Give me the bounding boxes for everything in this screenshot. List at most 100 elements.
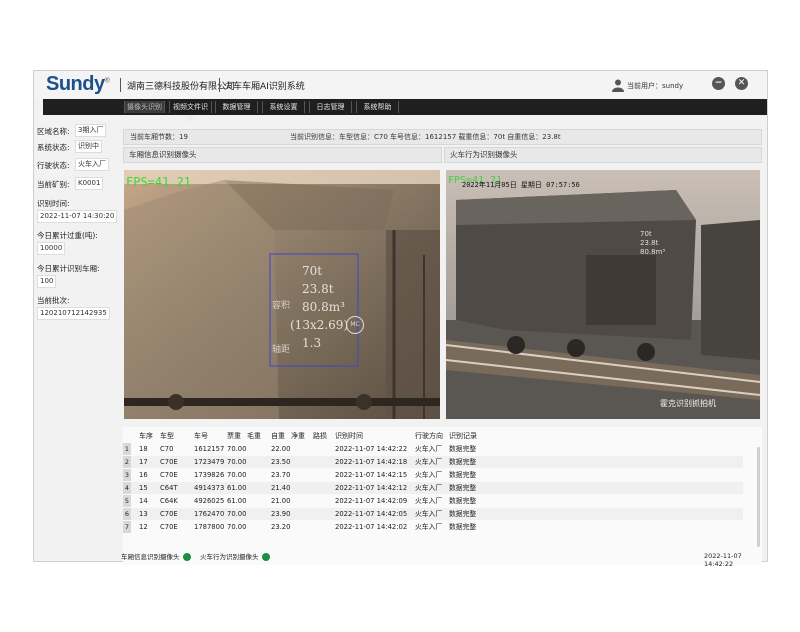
cell-record: 数据完整 (449, 471, 477, 479)
cell-record: 数据完整 (449, 497, 477, 505)
cell-ticket-weight: 61.00 (227, 497, 247, 505)
today-weight-label: 今日累计过重(吨): (37, 231, 98, 240)
cell-tare-weight: 21.40 (271, 484, 291, 492)
cell-number: 4926025 (194, 497, 225, 505)
current-batch-value: 120210712142935 (37, 307, 110, 320)
tab-system-help[interactable]: 系统帮助 (356, 101, 399, 113)
table-row[interactable]: 2 17 C70E 1723479 70.00 23.50 2022-11-07 14:42… (123, 456, 743, 468)
cell-direction: 火车入厂 (415, 510, 443, 518)
right-plate-text: 70t 23.8t 80.8m³ (640, 230, 665, 257)
cell-record: 数据完整 (449, 523, 477, 531)
cell-tare-weight: 23.50 (271, 458, 291, 466)
cam1-status: 车厢信息识别摄像头 (121, 551, 191, 561)
cam2-status-label: 火车行为识别摄像头 (200, 553, 259, 561)
table-row[interactable]: 1 18 C70 1612157 70.00 22.00 2022-11-07 14:42:… (123, 443, 743, 455)
col-road-loss[interactable]: 路损 (313, 431, 327, 441)
tab-camera-recognition[interactable]: 摄像头识别 (124, 101, 165, 113)
status-bar: 车厢信息识别摄像头 火车行为识别摄像头 2022-11-07 14:42:22 (34, 549, 767, 568)
col-direction[interactable]: 行驶方向 (415, 431, 443, 441)
left-fps: FPS=41.21 (126, 175, 192, 189)
cell-recognize-time: 2022-11-07 14:42:15 (335, 471, 408, 479)
camera-caption: 霍克识别抓拍机 (660, 399, 716, 408)
cell-record: 数据完整 (449, 445, 477, 453)
cam1-status-label: 车厢信息识别摄像头 (121, 553, 180, 561)
cell-direction: 火车入厂 (415, 484, 443, 492)
cell-record: 数据完整 (449, 458, 477, 466)
col-recognize-time[interactable]: 识别时间 (335, 431, 363, 441)
title-separator (120, 78, 121, 92)
plate-tare: 23.8t (302, 282, 334, 296)
cell-type: C70E (160, 471, 178, 479)
driving-status-label: 行驶状态: (37, 161, 70, 170)
cell-record: 数据完整 (449, 510, 477, 518)
plate-load: 70t (302, 264, 323, 278)
cell-recognize-time: 2022-11-07 14:42:05 (335, 510, 408, 518)
left-camera-title: 车厢信息识别摄像头 (123, 147, 442, 163)
col-net-weight[interactable]: 净重 (291, 431, 305, 441)
carriage-camera-feed[interactable]: 70t 23.8t 80.8m³ (13x2.69) 1.3 容积 轴距 MC … (124, 170, 440, 419)
cam1-status-indicator (182, 553, 191, 561)
current-user: 当前用户：sundy (612, 79, 683, 92)
plate-ratio: 1.3 (302, 336, 322, 350)
recognize-time-value: 2022-11-07 14:30:20 (37, 210, 118, 223)
cell-seq: 14 (139, 497, 148, 505)
col-tare-weight[interactable]: 自重 (271, 431, 285, 441)
right-plate-volume: 80.8m³ (640, 248, 666, 256)
table-row[interactable]: 4 15 C64T 4914373 61.00 21.40 2022-11-07 14:42… (123, 482, 743, 494)
minimize-button[interactable]: − (712, 77, 725, 90)
cell-tare-weight: 21.00 (271, 497, 291, 505)
row-index: 2 (123, 456, 131, 468)
tab-data-management[interactable]: 数据管理 (215, 101, 258, 113)
plate-dimensions: (13x2.69) (290, 318, 349, 332)
cell-recognize-time: 2022-11-07 14:42:12 (335, 484, 408, 492)
cell-direction: 火车入厂 (415, 471, 443, 479)
current-batch-label: 当前批次: (37, 296, 70, 305)
close-button[interactable]: ✕ (735, 77, 748, 90)
plate-label-volume: 容积 (272, 301, 291, 311)
current-mine-label: 当前矿别: (37, 180, 70, 189)
behavior-camera-feed[interactable]: 70t 23.8t 80.8m³ FPS=41.21 2022年11月05日 星… (446, 170, 760, 419)
cell-number: 1739826 (194, 471, 225, 479)
cell-recognize-time: 2022-11-07 14:42:18 (335, 458, 408, 466)
tab-log-management[interactable]: 日志管理 (309, 101, 352, 113)
col-ticket-weight[interactable]: 票重 (227, 431, 241, 441)
row-index: 1 (123, 443, 131, 455)
table-scrollbar[interactable] (757, 447, 760, 547)
cell-direction: 火车入厂 (415, 445, 443, 453)
nav-bar: 摄像头识别 视频文件识别 数据管理 系统设置 日志管理 系统帮助 (43, 99, 767, 123)
table-row[interactable]: 7 12 C70E 1787800 70.00 23.20 2022-11-07 14:42… (123, 521, 743, 533)
cell-tare-weight: 22.00 (271, 445, 291, 453)
area-label: 区域名称: (37, 127, 70, 136)
cell-tare-weight: 23.90 (271, 510, 291, 518)
col-seq[interactable]: 车序 (139, 431, 153, 441)
col-record[interactable]: 识别记录 (449, 431, 477, 441)
table-row[interactable]: 6 13 C70E 1762470 70.00 23.90 2022-11-07 14:42… (123, 508, 743, 520)
cell-ticket-weight: 70.00 (227, 471, 247, 479)
system-name: 火车车厢AI识别系统 (224, 82, 305, 92)
col-number[interactable]: 车号 (194, 431, 208, 441)
cell-seq: 12 (139, 523, 148, 531)
cell-record: 数据完整 (449, 484, 477, 492)
table-row[interactable]: 5 14 C64K 4926025 61.00 21.00 2022-11-07 14:42… (123, 495, 743, 507)
table-row[interactable]: 3 16 C70E 1739826 70.00 23.70 2022-11-07 14:42… (123, 469, 743, 481)
col-type[interactable]: 车型 (160, 431, 174, 441)
tab-video-file-recognition[interactable]: 视频文件识别 (169, 101, 212, 123)
cell-number: 1612157 (194, 445, 225, 453)
row-index: 7 (123, 521, 131, 533)
cell-ticket-weight: 61.00 (227, 484, 247, 492)
system-status-label: 系统状态: (37, 143, 70, 152)
cell-seq: 17 (139, 458, 148, 466)
cam2-status-indicator (261, 553, 270, 561)
cell-direction: 火车入厂 (415, 523, 443, 531)
cell-number: 1723479 (194, 458, 225, 466)
cam2-status: 火车行为识别摄像头 (200, 551, 270, 561)
cell-seq: 16 (139, 471, 148, 479)
cell-number: 1787800 (194, 523, 225, 531)
info-bar: 当前车厢节数：19 当前识别信息：车型信息：C70 车号信息：1612157 载… (123, 129, 762, 145)
carriage-count: 当前车厢节数：19 (130, 133, 188, 141)
col-gross-weight[interactable]: 毛重 (247, 431, 261, 441)
recognize-time-label: 识别时间: (37, 199, 70, 208)
title-bar: Sundy® 湖南三德科技股份有限公司 火车车厢AI识别系统 当前用户：sund… (34, 71, 767, 99)
tab-system-settings[interactable]: 系统设置 (262, 101, 305, 113)
mc-badge: MC (346, 316, 364, 334)
